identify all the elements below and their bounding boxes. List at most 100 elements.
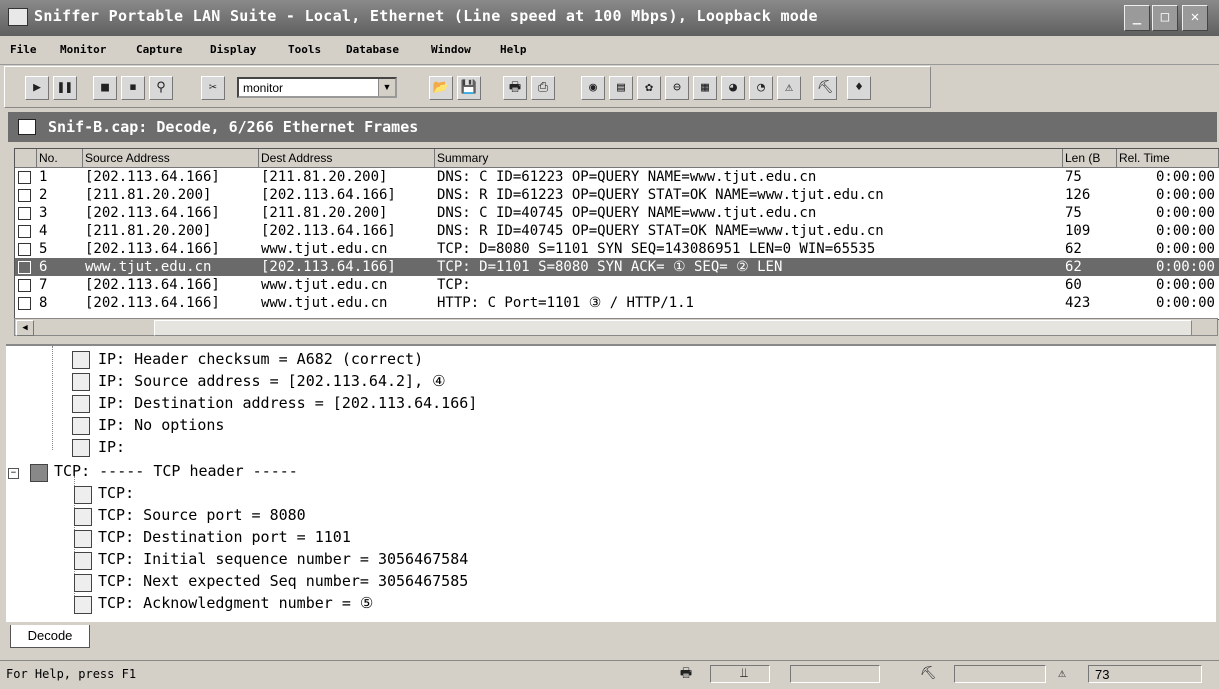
frame-dest: www.tjut.edu.cn [261, 277, 388, 293]
decode-line[interactable]: IP: Header checksum = A682 (correct) [98, 348, 423, 370]
expert-icon[interactable]: ⛏ [813, 76, 837, 100]
row-checkbox[interactable] [18, 279, 31, 292]
chevron-down-icon[interactable]: ▼ [378, 79, 395, 96]
save-icon[interactable]: 💾 [457, 76, 481, 100]
decode-line[interactable]: TCP: [98, 482, 134, 504]
frame-summary: DNS: C ID=61223 OP=QUERY NAME=www.tjut.e… [437, 169, 817, 185]
profile-select-value: monitor [243, 81, 284, 95]
frame-summary: TCP: [437, 277, 471, 293]
decode-line[interactable]: TCP: Next expected Seq number= 305646758… [98, 570, 468, 592]
profile-select[interactable]: monitor ▼ [237, 77, 397, 98]
filter-tools-icon[interactable]: ✂ [201, 76, 225, 100]
frame-source: [202.113.64.166] [85, 295, 220, 311]
document-title-bar: Snif-B.cap: Decode, 6/266 Ethernet Frame… [8, 112, 1217, 142]
table-row[interactable]: 7 [202.113.64.166] www.tjut.edu.cn TCP: 60 0:… [15, 276, 1219, 294]
decode-line[interactable]: TCP: Initial sequence number = 305646758… [98, 548, 468, 570]
col-dest[interactable]: Dest Address [259, 149, 435, 167]
table-row[interactable]: 1 [202.113.64.166] [211.81.20.200] DNS: C I… [15, 168, 1219, 186]
alarm-log-icon[interactable]: ⚠ [777, 76, 801, 100]
menu-file[interactable]: File [10, 43, 37, 56]
table-row[interactable]: 4 [211.81.20.200] [202.113.64.166] DNS: R I… [15, 222, 1219, 240]
col-no[interactable]: No. [37, 149, 83, 167]
table-row[interactable]: 3 [202.113.64.166] [211.81.20.200] DNS: C I… [15, 204, 1219, 222]
frame-time: 0:00:00 [1155, 223, 1215, 239]
decode-leaf-icon [72, 351, 90, 369]
row-checkbox[interactable] [18, 243, 31, 256]
row-checkbox[interactable] [18, 207, 31, 220]
menu-database[interactable]: Database [346, 43, 399, 56]
start-capture-icon[interactable]: ▶ [25, 76, 49, 100]
frame-dest: [211.81.20.200] [261, 205, 388, 221]
decode-line[interactable]: IP: No options [98, 414, 224, 436]
decode-leaf-icon [74, 530, 92, 548]
decode-line[interactable]: TCP: Source port = 8080 [98, 504, 306, 526]
binoculars-icon[interactable]: ⚲ [149, 76, 173, 100]
col-reltime[interactable]: Rel. Time [1117, 149, 1219, 167]
table-row[interactable]: 2 [211.81.20.200] [202.113.64.166] DNS: R I… [15, 186, 1219, 204]
frame-dest: [211.81.20.200] [261, 169, 388, 185]
col-source[interactable]: Source Address [83, 149, 259, 167]
history-samples-icon[interactable]: ▦ [693, 76, 717, 100]
frame-no: 8 [39, 295, 48, 311]
horizontal-scrollbar[interactable]: ◀ [14, 318, 1218, 336]
stop-icon[interactable]: ■ [93, 76, 117, 100]
decode-line[interactable]: TCP: Destination port = 1101 [98, 526, 351, 548]
row-checkbox[interactable] [18, 261, 31, 274]
protocol-distribution-icon[interactable]: ◕ [721, 76, 745, 100]
decode-icon[interactable]: ♦ [847, 76, 871, 100]
pause-icon[interactable]: ❚❚ [53, 76, 77, 100]
frame-no: 1 [39, 169, 48, 185]
tcp-header-icon [30, 464, 48, 482]
decode-line[interactable]: IP: Destination address = [202.113.64.16… [98, 392, 477, 414]
col-len[interactable]: Len (B [1063, 149, 1117, 167]
row-checkbox[interactable] [18, 171, 31, 184]
menu-capture[interactable]: Capture [136, 43, 182, 56]
open-folder-icon[interactable]: 📂 [429, 76, 453, 100]
minimize-button[interactable]: _ [1124, 5, 1150, 31]
matrix-icon[interactable]: ✿ [637, 76, 661, 100]
frame-summary: DNS: R ID=40745 OP=QUERY STAT=OK NAME=ww… [437, 223, 884, 239]
decode-leaf-icon [74, 574, 92, 592]
menu-display[interactable]: Display [210, 43, 256, 56]
decode-line[interactable]: IP: [98, 436, 125, 458]
stop-display-icon[interactable]: ⏹ [121, 76, 145, 100]
menu-help[interactable]: Help [500, 43, 527, 56]
host-table-icon[interactable]: ▤ [609, 76, 633, 100]
menu-window[interactable]: Window [431, 43, 471, 56]
scroll-left-icon[interactable]: ◀ [16, 320, 34, 336]
print-preview-icon[interactable]: ⎙ [531, 76, 555, 100]
row-checkbox[interactable] [18, 189, 31, 202]
print-icon[interactable]: 🖶 [503, 76, 527, 100]
global-statistics-icon[interactable]: ◔ [749, 76, 773, 100]
status-field [954, 665, 1046, 683]
printer-icon: 🖶 [679, 666, 693, 681]
table-row[interactable]: 6 www.tjut.edu.cn [202.113.64.166] TCP: D=1… [15, 258, 1219, 276]
frame-len: 109 [1065, 223, 1091, 239]
frame-time: 0:00:00 [1155, 205, 1215, 221]
status-field [790, 665, 880, 683]
maximize-button[interactable]: □ [1152, 5, 1178, 31]
row-checkbox[interactable] [18, 297, 31, 310]
collapse-icon[interactable]: − [8, 468, 19, 479]
col-check[interactable] [15, 149, 37, 167]
frame-source: [202.113.64.166] [85, 241, 220, 257]
tab-bar: Decode [0, 622, 1219, 652]
table-row[interactable]: 8 [202.113.64.166] www.tjut.edu.cn HTTP: C … [15, 294, 1219, 312]
dashboard-icon[interactable]: ◉ [581, 76, 605, 100]
frame-time: 0:00:00 [1155, 187, 1215, 203]
decode-line[interactable]: TCP: Acknowledgment number = ⑤ [98, 592, 373, 614]
col-summary[interactable]: Summary [435, 149, 1063, 167]
menu-tools[interactable]: Tools [288, 43, 321, 56]
decode-line[interactable]: IP: Source address = [202.113.64.2], ④ [98, 370, 446, 392]
decode-leaf-icon [74, 486, 92, 504]
tab-decode[interactable]: Decode [10, 625, 90, 648]
decode-pane: IP: Header checksum = A682 (correct) IP:… [6, 344, 1216, 624]
application-response-icon[interactable]: ⊖ [665, 76, 689, 100]
frame-source: [202.113.64.166] [85, 205, 220, 221]
scroll-thumb[interactable] [154, 320, 1192, 336]
menu-monitor[interactable]: Monitor [60, 43, 106, 56]
table-row[interactable]: 5 [202.113.64.166] www.tjut.edu.cn TCP: D=8… [15, 240, 1219, 258]
close-button[interactable]: ✕ [1182, 5, 1208, 31]
tcp-header-line[interactable]: TCP: ----- TCP header ----- [54, 460, 298, 482]
row-checkbox[interactable] [18, 225, 31, 238]
